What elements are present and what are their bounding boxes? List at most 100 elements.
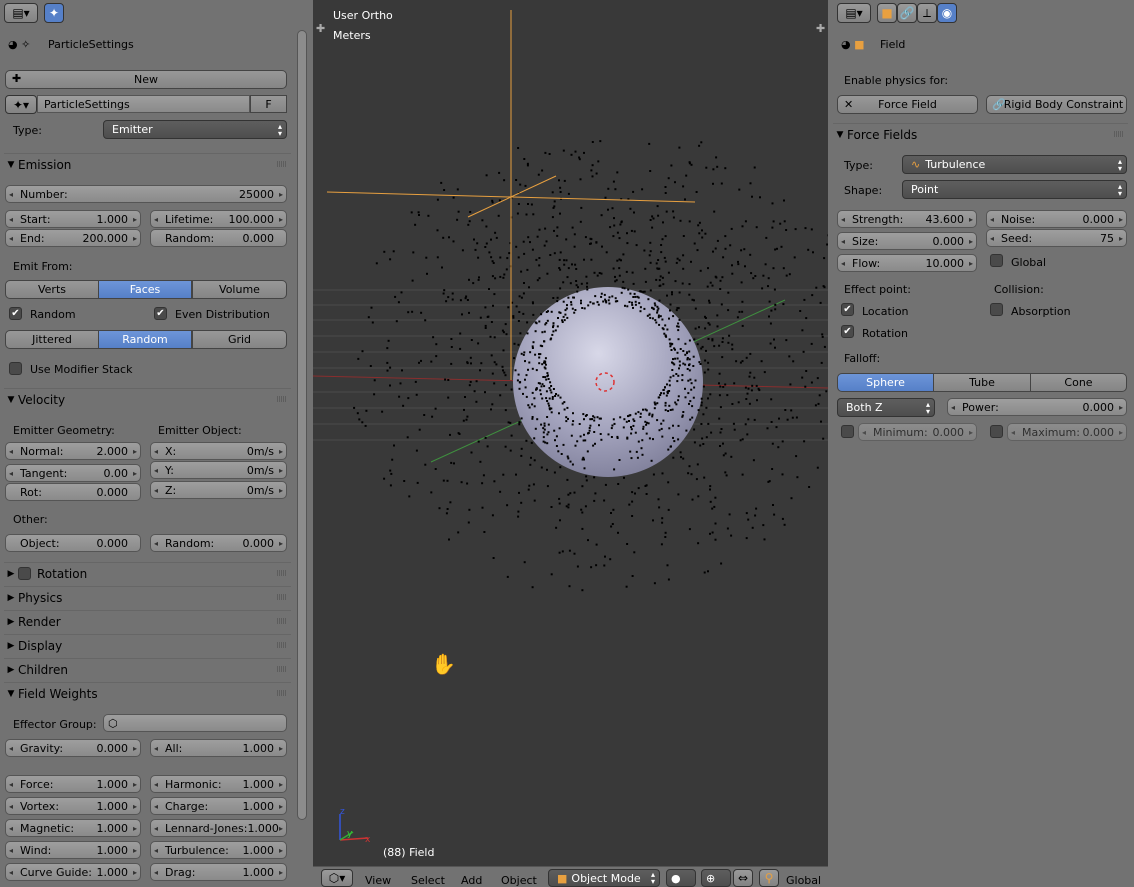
field-weight-5[interactable]: Lennard-Jones:1.000 bbox=[150, 819, 287, 837]
field-weight-6[interactable]: Wind: 1.000 bbox=[5, 841, 141, 859]
force-field-button[interactable]: ✕ Force Field bbox=[837, 95, 978, 114]
use-minimum-checkbox[interactable] bbox=[841, 425, 854, 438]
force-fields-section-header[interactable]: ▼ Force Fields bbox=[833, 123, 1128, 145]
rigid-body-constraint-button[interactable]: 🔗 Rigid Body Constraint bbox=[986, 95, 1127, 114]
particles-tab-icon[interactable]: ✦ bbox=[44, 3, 64, 23]
even-distribution-checkbox[interactable]: ✔ bbox=[154, 307, 167, 320]
tangent-field[interactable]: Tangent: 0.00 bbox=[5, 464, 141, 482]
physics-tab-icon[interactable]: ◉ bbox=[937, 3, 957, 23]
lifetime-random-field[interactable]: Random: 0.000 bbox=[150, 229, 287, 247]
minimum-field[interactable]: Minimum: 0.000 bbox=[858, 423, 977, 441]
field-weight-0[interactable]: Force: 1.000 bbox=[5, 775, 141, 793]
use-modifier-stack-checkbox[interactable] bbox=[9, 362, 22, 375]
object-menu[interactable]: Object bbox=[501, 874, 537, 887]
maximum-field[interactable]: Maximum:0.000 bbox=[1007, 423, 1127, 441]
new-button[interactable]: New bbox=[5, 70, 287, 89]
fake-user-button[interactable]: F bbox=[250, 95, 287, 113]
field-weight-7[interactable]: Turbulence: 1.000 bbox=[150, 841, 287, 859]
left-panel-scrollbar[interactable] bbox=[297, 30, 307, 820]
add-menu[interactable]: Add bbox=[461, 874, 482, 887]
mode-dropdown[interactable]: ■ Object Mode ▴ ▾ bbox=[548, 869, 660, 887]
select-menu[interactable]: Select bbox=[411, 874, 445, 887]
cone-falloff-button[interactable]: Cone bbox=[1030, 373, 1127, 392]
field-weight-8[interactable]: Curve Guide: 1.000 bbox=[5, 863, 141, 881]
shape-dropdown[interactable]: Point ▴ ▾ bbox=[902, 180, 1127, 199]
object-tab-icon[interactable]: ■ bbox=[877, 3, 897, 23]
field-weight-4[interactable]: Magnetic: 1.000 bbox=[5, 819, 141, 837]
field-weights-section-header[interactable]: ▼ Field Weights bbox=[4, 682, 291, 704]
editor-type-icon[interactable]: ⬡▾ bbox=[321, 869, 353, 887]
display-section-header[interactable]: ▶ Display bbox=[4, 634, 291, 656]
orientation-label[interactable]: Global bbox=[786, 874, 821, 887]
strength-field[interactable]: Strength: 43.600 bbox=[837, 210, 977, 228]
z-velocity-field[interactable]: Z: 0m/s bbox=[150, 481, 287, 499]
pivot-dropdown[interactable]: ⊕ bbox=[701, 869, 731, 887]
view-menu[interactable]: View bbox=[365, 874, 391, 887]
falloff-axis-dropdown[interactable]: Both Z ▴ ▾ bbox=[837, 398, 935, 417]
use-maximum-checkbox[interactable] bbox=[990, 425, 1003, 438]
field-weight-2[interactable]: Vortex: 1.000 bbox=[5, 797, 141, 815]
rotation-enable-checkbox[interactable] bbox=[18, 567, 31, 580]
drag-grip-icon[interactable] bbox=[277, 594, 287, 600]
render-section-header[interactable]: ▶ Render bbox=[4, 610, 291, 632]
tube-falloff-button[interactable]: Tube bbox=[933, 373, 1031, 392]
size-field[interactable]: Size: 0.000 bbox=[837, 232, 977, 250]
faces-button[interactable]: Faces bbox=[98, 280, 192, 299]
particle-settings-name-field[interactable]: ParticleSettings bbox=[37, 95, 250, 113]
object-velocity-field[interactable]: Object: 0.000 bbox=[5, 534, 141, 552]
noise-field[interactable]: Noise: 0.000 bbox=[986, 210, 1127, 228]
constraints-tab-icon[interactable]: 🔗 bbox=[897, 3, 917, 23]
drag-grip-icon[interactable] bbox=[277, 618, 287, 624]
3d-viewport[interactable]: User Ortho Meters ✚ ✚ z y x ✋ (88) Field bbox=[313, 0, 828, 866]
seed-field[interactable]: Seed: 75 bbox=[986, 229, 1127, 247]
type-dropdown[interactable]: Emitter ▴ ▾ bbox=[103, 120, 287, 139]
power-field[interactable]: Power: 0.000 bbox=[947, 398, 1127, 416]
rotation-section-header[interactable]: ▶ Rotation bbox=[4, 562, 291, 584]
location-checkbox[interactable]: ✔ bbox=[841, 303, 854, 316]
normal-field[interactable]: Normal: 2.000 bbox=[5, 442, 141, 460]
y-velocity-field[interactable]: Y: 0m/s bbox=[150, 461, 287, 479]
field-weight-3[interactable]: Charge: 1.000 bbox=[150, 797, 287, 815]
gravity-field[interactable]: Gravity: 0.000 bbox=[5, 739, 141, 757]
drag-grip-icon[interactable] bbox=[277, 570, 287, 576]
global-checkbox[interactable] bbox=[990, 254, 1003, 267]
physics-section-header[interactable]: ▶ Physics bbox=[4, 586, 291, 608]
drag-grip-icon[interactable] bbox=[277, 161, 287, 167]
editor-type-icon[interactable]: ▤▾ bbox=[4, 3, 38, 23]
drag-grip-icon[interactable] bbox=[277, 396, 287, 402]
grid-button[interactable]: Grid bbox=[192, 330, 287, 349]
field-weight-9[interactable]: Drag: 1.000 bbox=[150, 863, 287, 881]
effector-group-field[interactable]: ⬡ bbox=[103, 714, 287, 732]
all-field[interactable]: All: 1.000 bbox=[150, 739, 287, 757]
sphere-falloff-button[interactable]: Sphere bbox=[837, 373, 934, 392]
lifetime-field[interactable]: Lifetime: 100.000 bbox=[150, 210, 287, 228]
drag-grip-icon[interactable] bbox=[277, 666, 287, 672]
jittered-button[interactable]: Jittered bbox=[5, 330, 99, 349]
field-type-dropdown[interactable]: ∿ Turbulence ▴ ▾ bbox=[902, 155, 1127, 174]
random-distribution-button[interactable]: Random bbox=[98, 330, 192, 349]
field-weight-1[interactable]: Harmonic: 1.000 bbox=[150, 775, 287, 793]
flow-field[interactable]: Flow: 10.000 bbox=[837, 254, 977, 272]
number-field[interactable]: Number: 25000 bbox=[5, 185, 287, 203]
x-velocity-field[interactable]: X: 0m/s bbox=[150, 442, 287, 460]
manipulator-icon[interactable]: ⇔ bbox=[733, 869, 753, 887]
modifiers-tab-icon[interactable]: ⟂ bbox=[917, 3, 937, 23]
children-section-header[interactable]: ▶ Children bbox=[4, 658, 291, 680]
start-field[interactable]: Start: 1.000 bbox=[5, 210, 141, 228]
random-checkbox[interactable]: ✔ bbox=[9, 307, 22, 320]
end-field[interactable]: End: 200.000 bbox=[5, 229, 141, 247]
verts-button[interactable]: Verts bbox=[5, 280, 99, 299]
rot-field[interactable]: Rot: 0.000 bbox=[5, 483, 141, 501]
drag-grip-icon[interactable] bbox=[277, 642, 287, 648]
volume-button[interactable]: Volume bbox=[192, 280, 287, 299]
drag-grip-icon[interactable] bbox=[277, 690, 287, 696]
drag-grip-icon[interactable] bbox=[1114, 131, 1124, 137]
editor-type-icon[interactable]: ▤▾ bbox=[837, 3, 871, 23]
rotation-checkbox[interactable]: ✔ bbox=[841, 325, 854, 338]
particle-settings-browse-icon[interactable]: ✦▾ bbox=[5, 95, 37, 114]
velocity-section-header[interactable]: ▼ Velocity bbox=[4, 388, 291, 410]
emission-section-header[interactable]: ▼ Emission bbox=[4, 153, 291, 175]
absorption-checkbox[interactable] bbox=[990, 303, 1003, 316]
viewport-shading-dropdown[interactable]: ● bbox=[666, 869, 696, 887]
velocity-random-field[interactable]: Random: 0.000 bbox=[150, 534, 287, 552]
